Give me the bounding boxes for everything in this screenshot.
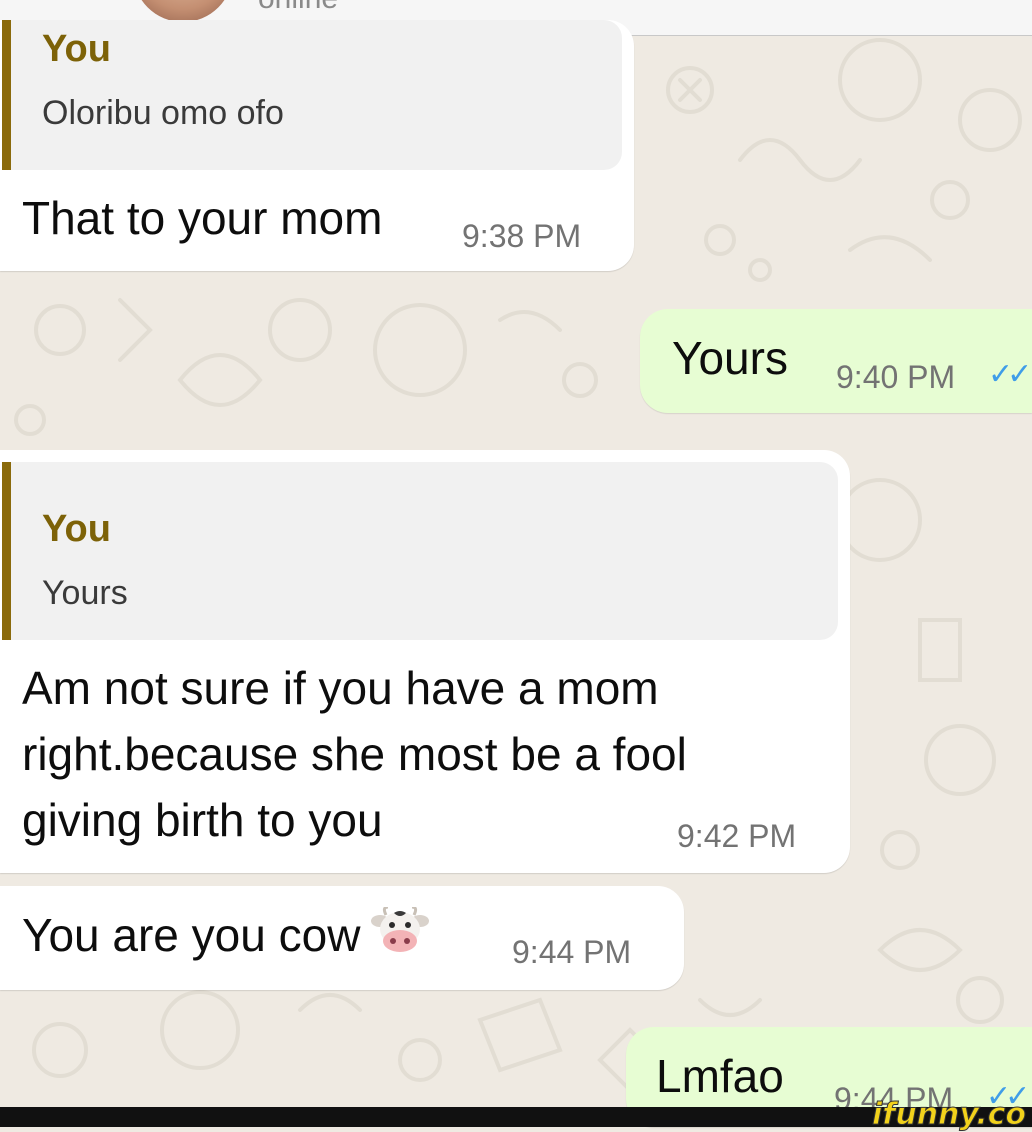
message-text-content: You are you cow (22, 909, 361, 961)
message-bubble-outgoing[interactable]: Yours 9:40 PM ✓✓ (640, 309, 1032, 413)
message-text: Lmfao (656, 1050, 784, 1102)
quote-text: Yours (42, 574, 128, 612)
contact-status: online (258, 0, 338, 16)
quote-sender: You (42, 508, 111, 550)
contact-avatar[interactable] (133, 0, 233, 22)
quote-sender: You (42, 28, 111, 70)
quote-text: Oloribu omo ofo (42, 94, 284, 132)
message-line: giving birth to you (22, 794, 383, 846)
message-time: 9:40 PM (836, 359, 956, 395)
message-time: 9:38 PM (462, 218, 582, 254)
message-bubble-incoming[interactable]: You are you cow 9:44 PM (0, 886, 684, 990)
quoted-reply[interactable]: You Oloribu omo ofo (2, 20, 622, 170)
message-time: 9:42 PM (677, 818, 797, 854)
message-text: That to your mom (22, 192, 383, 244)
cow-face-emoji (371, 907, 430, 952)
message-bubble-incoming[interactable]: You Yours Am not sure if you have a mom … (0, 450, 850, 873)
message-line: Am not sure if you have a mom (22, 662, 659, 714)
message-text: You are you cow (22, 902, 430, 968)
message-time: 9:44 PM (512, 934, 632, 970)
message-bubble-incoming[interactable]: You Oloribu omo ofo That to your mom 9:3… (0, 20, 634, 271)
double-check-icon: ✓✓ (988, 358, 1032, 391)
quoted-reply[interactable]: You Yours (2, 462, 838, 640)
message-line: right.because she most be a fool (22, 728, 687, 780)
message-text: Yours (672, 332, 788, 384)
